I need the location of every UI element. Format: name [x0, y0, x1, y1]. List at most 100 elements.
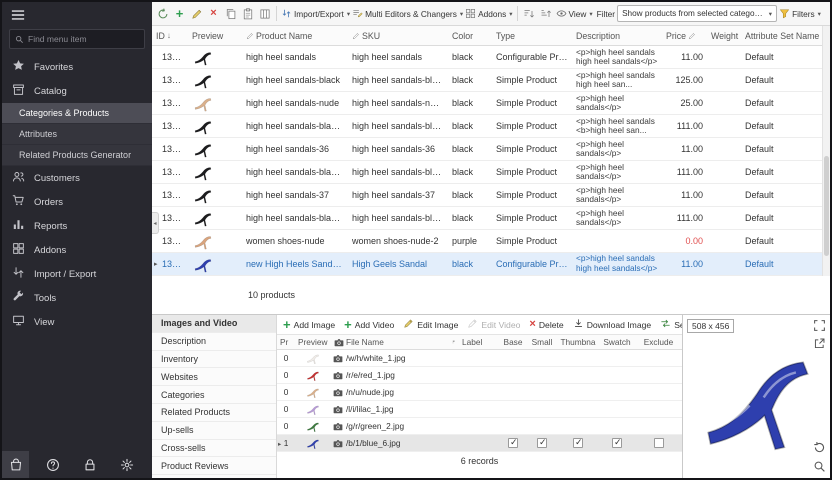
- image-row[interactable]: 0 /w/h/white_1.jpg: [277, 350, 682, 367]
- swatch-checkbox[interactable]: [612, 438, 622, 448]
- column-header-swatch[interactable]: Swatch: [599, 337, 635, 347]
- column-header-description[interactable]: Description: [572, 31, 662, 41]
- column-header-exclude[interactable]: Exclude: [635, 337, 682, 347]
- columns-button[interactable]: [257, 6, 272, 22]
- download-image-button[interactable]: Download Image: [573, 318, 652, 331]
- edit-product-button[interactable]: [189, 6, 204, 22]
- sidebar-item-related-products-generator[interactable]: Related Products Generator: [2, 145, 152, 166]
- settings-gear-icon[interactable]: [113, 451, 140, 478]
- product-row[interactable]: 13739 high heel sandals-37 high heel san…: [152, 184, 830, 207]
- filters-menu[interactable]: Filters: [779, 8, 821, 19]
- menu-search-input[interactable]: [28, 34, 139, 44]
- edit-image-button[interactable]: Edit Image: [403, 318, 458, 331]
- product-row[interactable]: 13733 high heel sandals-nude high heel s…: [152, 92, 830, 115]
- lock-icon[interactable]: [76, 451, 103, 478]
- sidebar-collapse-handle[interactable]: [152, 212, 159, 234]
- product-row[interactable]: 13738 high heel sandals-black-37 high he…: [152, 161, 830, 184]
- refresh-button[interactable]: [155, 6, 170, 22]
- delete-button[interactable]: Delete: [529, 319, 563, 330]
- column-header-image-preview[interactable]: Preview: [295, 337, 331, 347]
- column-header-name[interactable]: Product Name: [242, 31, 348, 41]
- zoom-icon[interactable]: [813, 460, 826, 473]
- tab-categories[interactable]: Categories: [152, 386, 276, 404]
- column-header-attr-set[interactable]: Attribute Set Name: [741, 31, 822, 41]
- help-icon[interactable]: [39, 451, 66, 478]
- import-export-menu[interactable]: Import/Export: [281, 8, 350, 19]
- tab-related-products[interactable]: Related Products: [152, 404, 276, 422]
- category-filter-select[interactable]: Show products from selected categories: [617, 5, 777, 22]
- sidebar-item-categories-products[interactable]: Categories & Products: [2, 103, 152, 124]
- column-header-color[interactable]: Color: [448, 31, 492, 41]
- add-product-button[interactable]: [172, 6, 187, 22]
- addons-menu[interactable]: Addons: [465, 8, 512, 19]
- column-header-position[interactable]: Pr: [277, 337, 295, 347]
- sort-ascending-button[interactable]: [522, 6, 537, 22]
- add-image-button[interactable]: Add Image: [283, 318, 335, 331]
- tab-images-and-video[interactable]: Images and Video: [152, 315, 276, 333]
- product-row[interactable]: 13931 new High Heels Sandals High Geels …: [152, 253, 830, 276]
- column-header-thumbnail[interactable]: Thumbna: [557, 337, 599, 347]
- product-thumbnail-image: [192, 231, 214, 251]
- image-row[interactable]: 0 /n/u/nude.jpg: [277, 384, 682, 401]
- column-header-preview[interactable]: Preview: [188, 31, 242, 41]
- sidebar-item-addons[interactable]: Addons: [2, 238, 152, 262]
- image-row[interactable]: 0 /r/e/red_1.jpg: [277, 367, 682, 384]
- sidebar-item-tools[interactable]: Tools: [2, 286, 152, 310]
- open-external-icon[interactable]: [813, 337, 826, 350]
- store-icon[interactable]: [2, 451, 29, 478]
- column-header-weight[interactable]: Weight: [707, 31, 741, 41]
- sidebar-item-reports[interactable]: Reports: [2, 214, 152, 238]
- product-row[interactable]: 13732 high heel sandals-black high heel …: [152, 69, 830, 92]
- product-row[interactable]: 13737 high heel sandals-36 high heel san…: [152, 138, 830, 161]
- rotate-icon[interactable]: [813, 441, 826, 454]
- column-header-flag[interactable]: [449, 338, 459, 346]
- image-row[interactable]: 0 /l/i/lilac_1.jpg: [277, 401, 682, 418]
- tab-up-sells[interactable]: Up-sells: [152, 422, 276, 440]
- column-header-file-name[interactable]: File Name: [331, 337, 449, 347]
- thumb-checkbox[interactable]: [573, 438, 583, 448]
- paste-button[interactable]: [240, 6, 255, 22]
- column-header-sku[interactable]: SKU: [348, 31, 448, 41]
- column-header-type[interactable]: Type: [492, 31, 572, 41]
- column-header-small[interactable]: Small: [527, 337, 557, 347]
- delete-product-button[interactable]: [206, 6, 221, 22]
- menu-toggle-button[interactable]: [2, 2, 152, 27]
- tab-product-reviews[interactable]: Product Reviews: [152, 457, 276, 475]
- product-row[interactable]: 13736 high heel sandals-black-36 high he…: [152, 115, 830, 138]
- small-checkbox[interactable]: [537, 438, 547, 448]
- sidebar-item-orders[interactable]: Orders: [2, 190, 152, 214]
- scrollbar-thumb[interactable]: [824, 156, 829, 256]
- sort-descending-button[interactable]: [539, 6, 554, 22]
- column-header-base[interactable]: Base: [499, 337, 527, 347]
- sidebar-item-catalog[interactable]: Catalog: [2, 79, 152, 103]
- base-checkbox[interactable]: [508, 438, 518, 448]
- fullscreen-icon[interactable]: [813, 319, 826, 332]
- sidebar-item-customers[interactable]: Customers: [2, 166, 152, 190]
- tab-inventory[interactable]: Inventory: [152, 351, 276, 369]
- column-header-id[interactable]: ID: [152, 31, 188, 41]
- sidebar-item-attributes[interactable]: Attributes: [2, 124, 152, 145]
- column-header-label[interactable]: Label: [459, 337, 499, 347]
- set-resize-rule-button[interactable]: Set Resize Rule: [660, 318, 682, 331]
- add-video-button[interactable]: Add Video: [344, 318, 394, 331]
- sidebar-item-import-export[interactable]: Import / Export: [2, 262, 152, 286]
- row-expander-icon[interactable]: [154, 253, 158, 275]
- sidebar-item-view[interactable]: View: [2, 310, 152, 334]
- vertical-scrollbar[interactable]: [822, 26, 830, 276]
- product-row[interactable]: 13740 high heel sandals-black-38 high he…: [152, 207, 830, 230]
- multi-editors-menu[interactable]: Multi Editors & Changers: [352, 8, 463, 19]
- view-menu[interactable]: View: [556, 8, 593, 19]
- tab-cross-sells[interactable]: Cross-sells: [152, 440, 276, 458]
- tab-description[interactable]: Description: [152, 333, 276, 351]
- product-row[interactable]: 13731 high heel sandals high heel sandal…: [152, 46, 830, 69]
- product-row[interactable]: 13817 women shoes-nude women shoes-nude-…: [152, 230, 830, 253]
- copy-button[interactable]: [223, 6, 238, 22]
- column-header-price[interactable]: Price: [662, 31, 707, 41]
- image-preview-cell: [295, 419, 331, 433]
- image-row[interactable]: 0 /g/r/green_2.jpg: [277, 418, 682, 435]
- tab-websites[interactable]: Websites: [152, 368, 276, 386]
- image-row[interactable]: 1 /b/1/blue_6.jpg: [277, 435, 682, 452]
- sidebar-item-favorites[interactable]: Favorites: [2, 55, 152, 79]
- edit-video-button[interactable]: Edit Video: [467, 318, 520, 331]
- exclude-checkbox[interactable]: [654, 438, 664, 448]
